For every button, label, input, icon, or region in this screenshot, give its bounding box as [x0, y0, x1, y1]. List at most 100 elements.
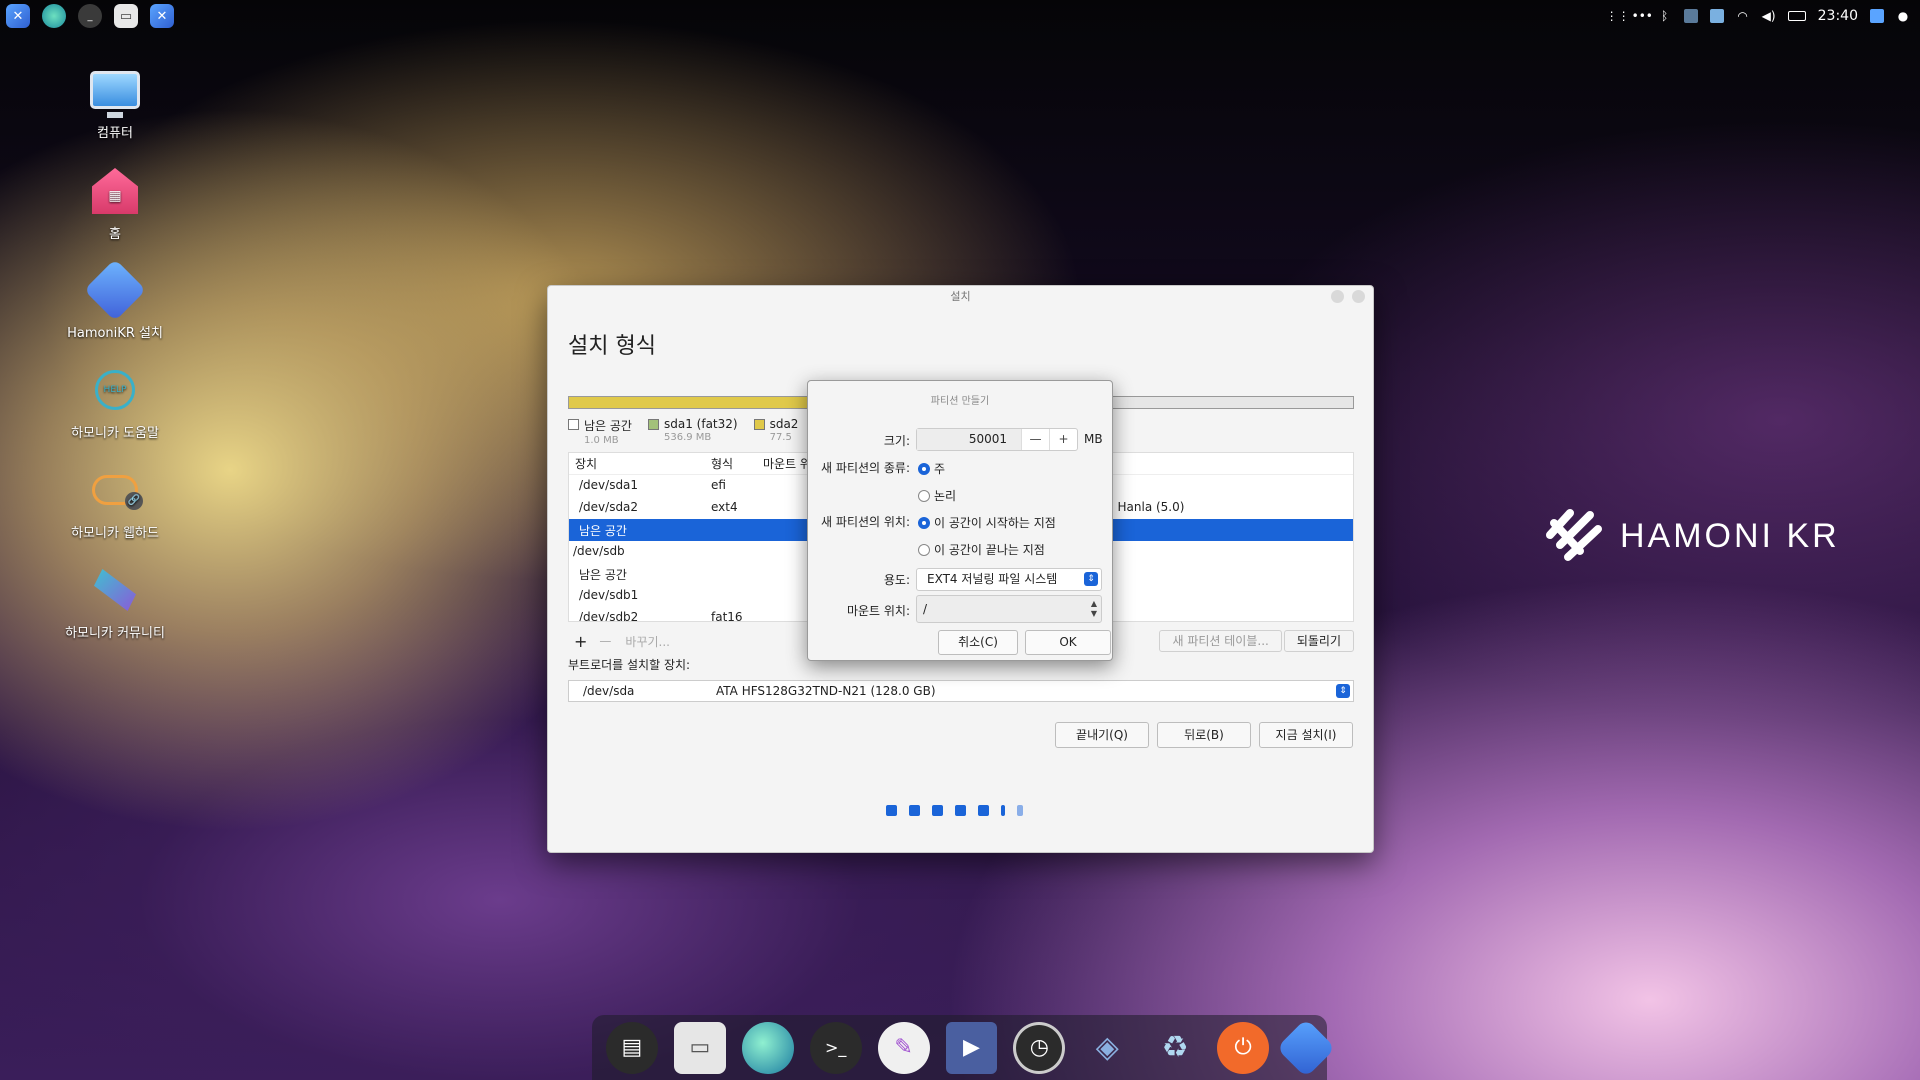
install-now-button[interactable]: 지금 설치(I) [1259, 722, 1353, 748]
row-type: ext4 [711, 500, 738, 514]
location-start-radio[interactable]: 이 공간이 시작하는 지점 [918, 514, 1056, 531]
bootloader-select[interactable]: /dev/sda ATA HFS128G32TND-N21 (128.0 GB)… [568, 680, 1354, 702]
type-primary-radio[interactable]: 주 [918, 460, 945, 477]
system-monitor-icon[interactable]: ◷ [1013, 1021, 1066, 1074]
new-partition-table-button[interactable]: 새 파티션 테이블... [1159, 630, 1282, 652]
column-header-mount[interactable]: 마운트 위 [757, 455, 811, 472]
files-icon[interactable]: ▭ [114, 4, 138, 28]
browser-icon[interactable] [741, 1021, 794, 1074]
progress-dot [886, 805, 897, 816]
change-partition-button[interactable]: 바꾸기... [625, 633, 670, 650]
row-type: fat16 [711, 610, 743, 622]
progress-dot [978, 805, 989, 816]
window-titlebar[interactable]: 설치 [548, 286, 1373, 308]
ok-button[interactable]: OK [1025, 630, 1111, 655]
legend-size: 1.0 MB [584, 435, 619, 446]
decrement-button[interactable]: — [1021, 429, 1049, 450]
close-button[interactable] [1352, 290, 1365, 303]
mail-icon[interactable] [1709, 9, 1724, 23]
minimize-button[interactable] [1331, 290, 1344, 303]
text-editor-icon[interactable]: ✎ [877, 1021, 930, 1074]
row-device: 남은 공간 [579, 524, 627, 538]
mount-point-combobox[interactable]: / ▲ ▼ [916, 595, 1102, 623]
cloud-icon: 🔗 [87, 462, 143, 518]
hamonikr-icon[interactable]: ✕ [6, 4, 30, 28]
column-header-device[interactable]: 장치 [569, 455, 705, 472]
hamonikr-logo-icon [1546, 509, 1602, 561]
back-button[interactable]: 뒤로(B) [1157, 722, 1251, 748]
legend-size: 77.5 [769, 432, 792, 443]
legend-label: sda1 (fat32) [663, 417, 738, 431]
package-manager-icon[interactable]: ◈ [1081, 1022, 1133, 1074]
bootloader-description: ATA HFS128G32TND-N21 (128.0 GB) [716, 684, 936, 698]
volume-icon[interactable]: ◀) [1762, 9, 1776, 23]
desktop-icon-home[interactable]: ▦ 홈 [45, 163, 185, 242]
partition-type-label: 새 파티션의 종류: [821, 461, 910, 475]
filesystem-select[interactable]: EXT4 저널링 파일 시스템 ⇕ [916, 568, 1102, 591]
video-editor-icon[interactable]: ▶ [945, 1021, 998, 1074]
hamonikr-installer-icon [83, 258, 147, 322]
desktop-icon-label: 홈 [109, 227, 121, 242]
revert-button[interactable]: 되돌리기 [1283, 630, 1354, 652]
battery-icon[interactable] [1787, 11, 1806, 21]
desktop-icon-label: 하모니카 커뮤니티 [65, 626, 165, 641]
browser-icon[interactable] [42, 4, 66, 28]
progress-dot [1017, 805, 1023, 816]
size-label: 크기: [883, 434, 910, 448]
legend-swatch [753, 419, 765, 430]
size-spinner[interactable]: 50001 — + [916, 428, 1078, 451]
chevron-updown-icon: ⇕ [1084, 572, 1098, 586]
desktop-icon-community[interactable]: 하모니카 커뮤니티 [45, 562, 185, 641]
hamonikr-icon[interactable] [1276, 1017, 1336, 1078]
quit-button[interactable]: 끝내기(Q) [1055, 722, 1149, 748]
bluetooth-icon[interactable]: ᛒ [1658, 9, 1672, 23]
column-header-type[interactable]: 형식 [705, 455, 757, 472]
mount-point-value: / [923, 602, 928, 616]
hamonikr-brand: HAMONI KR [1540, 505, 1840, 567]
power-icon[interactable]: ⏻ [1217, 1021, 1270, 1074]
files-icon[interactable]: ▭ [673, 1021, 726, 1074]
use-as-label: 용도: [883, 573, 910, 587]
chevron-updown-icon[interactable]: ▲ ▼ [1091, 599, 1097, 619]
partition-location-label: 새 파티션의 위치: [821, 515, 910, 529]
user-icon[interactable]: ● [1896, 9, 1910, 23]
row-type: efi [711, 478, 726, 492]
radio-unchecked-icon [918, 489, 930, 502]
terminal-icon[interactable]: _ [78, 4, 102, 28]
wifi-icon[interactable]: ◠ [1736, 9, 1750, 23]
desktop-icon-help[interactable]: HELP 하모니카 도움말 [45, 362, 185, 441]
desktop-icon-webhard[interactable]: 🔗 하모니카 웹하드 [45, 462, 185, 541]
desktop-icon-installer[interactable]: HamoniKR 설치 [45, 258, 185, 341]
desktop-icon-label: 하모니카 웹하드 [71, 526, 159, 541]
radio-checked-icon [918, 462, 930, 475]
cancel-button[interactable]: 취소(C) [938, 630, 1018, 655]
page-title: 설치 형식 [568, 334, 656, 359]
brand-text: HAMONI KR [1620, 516, 1840, 555]
add-partition-button[interactable]: + [574, 632, 587, 651]
legend-size: 536.9 MB [663, 432, 712, 443]
increment-button[interactable]: + [1049, 429, 1077, 450]
more-icon[interactable]: ••• [1632, 9, 1653, 23]
screenshot-app-icon[interactable]: ▤ [606, 1021, 658, 1074]
location-end-radio[interactable]: 이 공간이 끝나는 지점 [918, 541, 1045, 558]
legend-label: sda2 [769, 417, 799, 431]
apps-grid-icon[interactable]: ⋮⋮ [1606, 9, 1630, 23]
help-icon: HELP [87, 362, 143, 418]
installer-icon[interactable]: ✕ [150, 4, 174, 28]
home-icon: ▦ [87, 163, 143, 219]
system-tray: ⋮⋮ ••• ᛒ ◠ ◀) 23:40 ● [1606, 0, 1910, 32]
display-icon[interactable] [1870, 9, 1884, 23]
trash-icon[interactable]: ♻ [1149, 1022, 1201, 1074]
terminal-icon[interactable]: >_ [809, 1021, 862, 1074]
type-logical-radio[interactable]: 논리 [918, 487, 956, 504]
navigation-buttons: 끝내기(Q) 뒤로(B) 지금 설치(I) [1055, 722, 1353, 748]
remove-partition-button[interactable]: — [599, 634, 611, 648]
size-input[interactable]: 50001 [917, 429, 1021, 450]
legend-item: sda2 77.5 [753, 417, 799, 446]
partition-bar-used [569, 397, 809, 408]
clock[interactable]: 23:40 [1818, 8, 1858, 24]
legend-item: 남은 공간 1.0 MB [568, 417, 632, 446]
partition-legend: 남은 공간 1.0 MB sda1 (fat32) 536.9 MB sda2 … [568, 417, 798, 446]
desktop-icon-computer[interactable]: 컴퓨터 [45, 62, 185, 141]
monitor-icon[interactable] [1683, 9, 1698, 23]
